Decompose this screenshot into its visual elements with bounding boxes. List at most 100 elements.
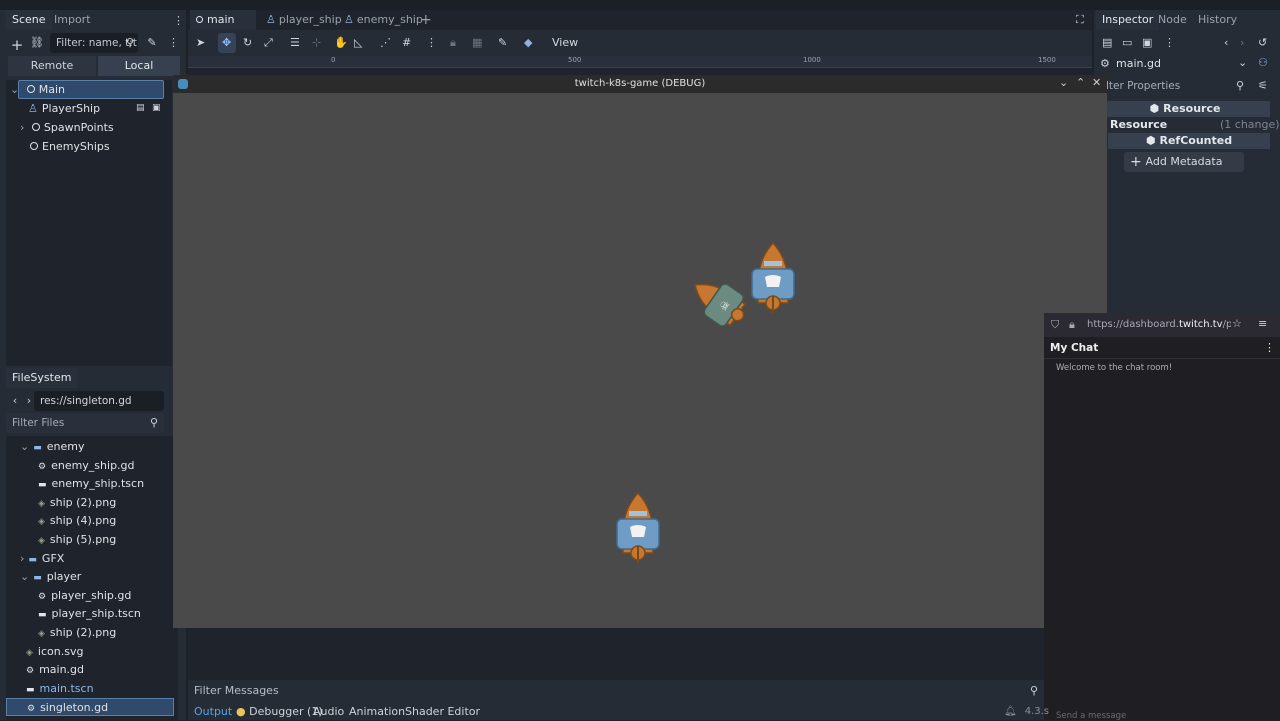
tab-inspector[interactable]: Inspector [1096,10,1160,30]
shield-icon[interactable]: ⛉ [1051,318,1059,332]
tab-scene[interactable]: Scene [6,10,52,30]
history-icon[interactable]: ↺ [1258,36,1267,49]
pivot-tool-icon[interactable]: ⊹ [312,36,321,49]
settings-icon[interactable]: ⚟ [1258,79,1268,92]
url-field[interactable]: https://dashboard.twitch.tv/popc [1087,319,1231,330]
move-tool-icon[interactable]: ✥ [222,36,231,49]
chevron-down-icon[interactable]: ⌄ [1238,56,1247,69]
file-item[interactable]: ▬ main.tscn [6,680,174,698]
back-icon[interactable]: ‹ [1224,36,1228,49]
tab-import[interactable]: Import [48,10,97,30]
ruler-tool-icon[interactable]: ◺ [354,36,362,49]
chevron-icon[interactable]: › [20,552,24,565]
tab-output[interactable]: Output [194,704,232,720]
tab-shader-editor[interactable]: Shader Editor [405,704,480,720]
file-label: player_ship.gd [51,588,132,602]
lock-icon[interactable]: 🔒︎ [450,36,456,50]
tab-player-ship[interactable]: ♙ player_ship [260,10,348,30]
link-icon[interactable]: ⛓ [30,36,44,49]
file-item[interactable]: ⚙ main.gd [6,661,174,679]
remote-button[interactable]: Remote [8,56,96,76]
script-icon[interactable]: ✎ [146,36,158,49]
file-item[interactable]: ◈ ship (4).png [6,512,174,530]
scene-icon[interactable]: ▣ [152,103,161,113]
tab-debugger[interactable]: ● Debugger (1) [236,704,323,720]
scene-icon: ▬ [26,684,35,695]
maximize-icon[interactable]: ⌃ [1076,76,1085,89]
pan-tool-icon[interactable]: ✋ [334,36,348,49]
file-item[interactable]: ⚙ enemy_ship.gd [6,457,174,475]
add-node-icon[interactable]: + [10,36,24,54]
group-icon[interactable]: ▦ [472,36,482,49]
distraction-free-icon[interactable]: ⛶ [1076,13,1084,27]
save-icon[interactable]: ▣ [1142,36,1152,49]
scene-tree-item-spawnpoints[interactable]: › SpawnPoints [20,119,114,137]
file-item[interactable]: ⌄ ▬ player [6,568,174,586]
grid-snap-icon[interactable]: # [402,36,411,49]
chevron-icon[interactable]: ⌄ [20,440,29,453]
file-label: player_ship.tscn [51,607,141,621]
select-tool-icon[interactable]: ➤ [196,36,205,49]
scene-tree: ⌄ Main ♙ PlayerShip ▤ ▣ › SpawnPoints Ene… [6,80,172,366]
minimize-icon[interactable]: ⌄ [1059,76,1068,89]
file-item[interactable]: ⚙ player_ship.gd [6,587,174,605]
tab-animation[interactable]: Animation [349,704,405,720]
filter-properties-input[interactable]: lter Properties [1100,76,1240,96]
back-icon[interactable]: ‹ [10,394,20,407]
camera-icon[interactable]: ◆ [524,36,532,49]
add-metadata-button[interactable]: + Add Metadata [1124,152,1244,172]
refcounted-section[interactable]: ⬢ RefCounted [1108,133,1270,149]
kebab-icon[interactable]: ⋮ [1264,341,1275,354]
scene-tree-item-enemyships[interactable]: EnemyShips [30,138,110,156]
kebab-icon[interactable]: ⋮ [426,36,437,49]
kebab-icon[interactable]: ⋮ [1164,36,1175,49]
file-item[interactable]: ◈ icon.svg [6,643,174,661]
forward-icon[interactable]: › [24,394,34,407]
scale-tool-icon[interactable]: ⤢ [264,36,273,50]
tab-node[interactable]: Node [1152,10,1193,30]
script-icon[interactable]: ▤ [136,103,145,113]
close-icon[interactable]: ✕ [1092,76,1101,89]
scene-tree-item-main[interactable]: ⌄ Main [10,81,65,99]
local-button[interactable]: Local [98,56,180,76]
file-item[interactable]: ◈ ship (5).png [6,531,174,549]
view-menu[interactable]: View [552,36,578,49]
file-item[interactable]: ⌄ ▬ enemy [6,438,174,456]
open-folder-icon[interactable]: ▭ [1122,36,1132,49]
tab-main[interactable]: main ✕ [190,10,256,46]
fs-path-input[interactable]: res://singleton.gd [34,391,164,411]
lock-icon: 🔒︎ [1069,318,1075,331]
resource-label: Resource [1110,118,1168,131]
new-resource-icon[interactable]: ▤ [1102,36,1112,49]
tab-history[interactable]: History [1192,10,1243,30]
player-ship [751,241,795,313]
kebab-icon[interactable]: ⋮ [173,14,184,27]
file-item[interactable]: ⚙ singleton.gd [6,698,174,717]
file-item[interactable]: ▬ player_ship.tscn [6,605,174,623]
file-item[interactable]: ▬ enemy_ship.tscn [6,475,174,493]
rotate-tool-icon[interactable]: ↻ [243,36,252,49]
star-icon[interactable]: ☆ [1232,317,1242,330]
chevron-icon[interactable]: ⌄ [20,570,29,583]
tab-audio[interactable]: Audio [313,704,344,720]
tab-enemy-ship[interactable]: ♙ enemy_ship [338,10,429,30]
menu-icon[interactable]: ≡ [1258,317,1267,330]
resource-section[interactable]: ⬢ Resource [1100,101,1270,117]
object-icon[interactable]: ⚇ [1258,56,1268,69]
list-select-icon[interactable]: ☰ [290,36,300,49]
folder-icon: ▬ [28,554,37,565]
forward-icon[interactable]: › [1240,36,1244,49]
file-item[interactable]: › ▬ GFX [6,550,174,568]
file-item[interactable]: ◈ ship (2).png [6,624,174,642]
smart-snap-icon[interactable]: ⋰ [380,36,391,49]
scene-tree-item-playership[interactable]: ♙ PlayerShip [28,100,100,118]
filter-files-input[interactable]: Filter Files [6,413,164,433]
inspector-file[interactable]: main.gd [1116,57,1161,70]
game-window[interactable]: twitch-k8s-game (DEBUG) ⌄ ⌃ ✕ ☠ [173,75,1107,628]
bone-icon[interactable]: ✎ [498,36,507,49]
kebab-icon[interactable]: ⋮ [168,36,179,49]
tab-filesystem[interactable]: FileSystem [6,368,78,388]
filter-messages-input[interactable]: Filter Messages [194,684,279,697]
add-tab-icon[interactable]: + [420,12,432,28]
file-item[interactable]: ◈ ship (2).png [6,494,174,512]
